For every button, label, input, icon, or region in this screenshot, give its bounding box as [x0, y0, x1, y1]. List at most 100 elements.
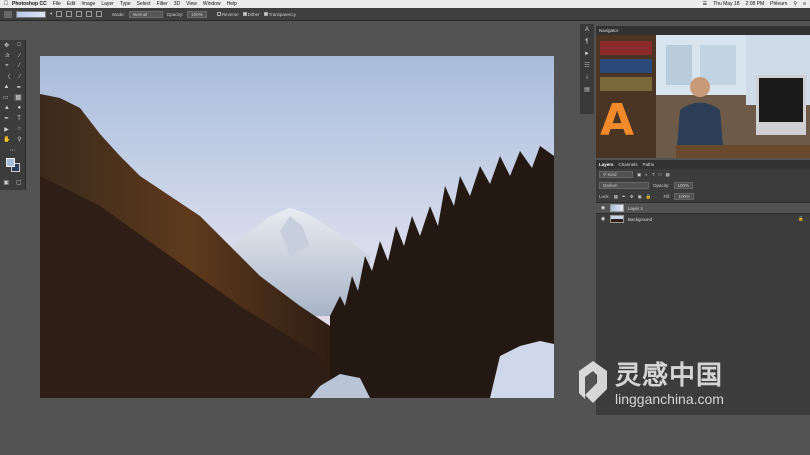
hand-tool-icon[interactable]: ✋ — [3, 136, 10, 143]
diamond-gradient-icon[interactable] — [96, 11, 103, 17]
reverse-checkbox[interactable]: Reverse — [216, 11, 239, 17]
healing-tool-icon[interactable]: 〈 — [4, 72, 10, 81]
foreground-color[interactable] — [6, 157, 15, 167]
tab-channels[interactable]: Channels — [619, 160, 638, 169]
menu-file[interactable]: File — [53, 1, 61, 7]
crop-tool-icon[interactable]: ⌖ — [5, 63, 8, 70]
quick-mask-icon[interactable]: ▣ — [3, 179, 9, 186]
mac-menubar:  Photoshop CC File Edit Image Layer Typ… — [0, 0, 810, 8]
eraser-tool-icon[interactable]: ▭ — [3, 94, 9, 101]
menu-window[interactable]: Window — [203, 1, 221, 7]
zoom-tool-icon[interactable]: ⚲ — [17, 136, 21, 143]
filter-smart-icon[interactable]: ▩ — [665, 172, 669, 178]
menu-help[interactable]: Help — [227, 1, 237, 7]
marquee-tool-icon[interactable]: □ — [17, 42, 21, 48]
background-thumbnail — [610, 215, 624, 223]
menu-layer[interactable]: Layer — [101, 1, 114, 7]
status-date: Thu May 18 — [713, 1, 740, 7]
paragraph-icon[interactable]: ¶ — [580, 36, 594, 48]
filter-adjust-icon[interactable]: ◐ — [645, 172, 648, 177]
layer-opacity-field[interactable]: 100% — [673, 182, 694, 189]
wifi-icon[interactable]: ☰ — [703, 1, 707, 7]
opacity-field[interactable]: 100% — [187, 10, 207, 18]
layer1-name: Layer 1 — [628, 205, 644, 211]
kind-label: Kind — [607, 172, 617, 177]
blur-tool-icon[interactable]: ▲ — [4, 105, 10, 111]
gradient-swatch[interactable] — [16, 10, 46, 18]
reverse-label: Reverse — [221, 11, 239, 17]
history-brush-icon[interactable]: ✒ — [16, 84, 21, 91]
tab-paths[interactable]: Paths — [643, 160, 655, 169]
chevron-down-icon[interactable]: ▾ — [50, 11, 52, 17]
layer-row-background[interactable]: ◉ Background 🔒 — [596, 213, 810, 224]
color-swatches — [0, 156, 25, 178]
apple-icon[interactable]:  — [0, 1, 12, 7]
layer-lock-icon: 🔒 — [798, 216, 804, 221]
angle-gradient-icon[interactable] — [76, 11, 83, 17]
fill-field[interactable]: 100% — [674, 193, 694, 200]
menu-list-icon[interactable]: ≡ — [803, 1, 806, 7]
lock-all-icon[interactable]: 🔒 — [646, 194, 652, 200]
properties-icon[interactable]: ☷ — [580, 60, 594, 72]
radial-gradient-icon[interactable] — [66, 11, 73, 17]
svg-text:A: A — [600, 95, 634, 146]
tools-panel: ✥ □ ✰ ∕ ⌖ ⁄ 〈 ∕ ▲ ✒ ▭ ▩ ▲ ● ✒ T ▶ ○ ✋ ⚲ ⋯ ▣ ▢ — [0, 40, 26, 190]
lasso-tool-icon[interactable]: ✰ — [5, 52, 10, 59]
lock-artboard-icon[interactable]: ▣ — [638, 194, 642, 200]
document-canvas[interactable] — [40, 56, 554, 398]
stamp-tool-icon[interactable]: ▲ — [4, 84, 10, 90]
layer-filter-select[interactable]: ⚲ Kind — [599, 171, 633, 178]
landscape-photo — [40, 56, 554, 398]
presenter-video: A — [596, 35, 810, 158]
brush-panel-icon[interactable]: ► — [580, 48, 594, 60]
brush-tool-icon[interactable]: ∕ — [19, 74, 20, 80]
filter-type-icon[interactable]: T — [652, 172, 655, 177]
gradient-tool-icon[interactable] — [4, 10, 12, 18]
blend-mode-select[interactable]: Darken — [599, 182, 649, 189]
shape-tool-icon[interactable]: ○ — [17, 126, 21, 132]
quick-select-tool-icon[interactable]: ∕ — [19, 53, 20, 59]
background-name: Background — [628, 216, 653, 222]
status-time: 2:08 PM — [745, 1, 765, 7]
menu-select[interactable]: Select — [137, 1, 151, 7]
character-icon[interactable]: A — [580, 24, 594, 36]
eyedropper-tool-icon[interactable]: ⁄ — [19, 63, 20, 69]
navigator-title[interactable]: Navigator — [596, 26, 810, 35]
info-icon[interactable]: i — [580, 72, 594, 84]
menu-3d[interactable]: 3D — [174, 1, 180, 7]
menu-type[interactable]: Type — [120, 1, 131, 7]
visibility-eye-icon[interactable]: ◉ — [600, 205, 606, 211]
history-icon[interactable]: ▤ — [580, 84, 594, 96]
menu-edit[interactable]: Edit — [67, 1, 76, 7]
lock-position-icon[interactable]: ✥ — [630, 194, 634, 200]
visibility-eye-icon[interactable]: ◉ — [600, 216, 606, 222]
tab-layers[interactable]: Layers — [599, 160, 614, 169]
menu-app[interactable]: Photoshop CC — [12, 1, 47, 7]
type-tool-icon[interactable]: T — [17, 116, 21, 122]
navigator-panel: Navigator A — [596, 26, 810, 158]
screen-mode-icon[interactable]: ▢ — [16, 179, 22, 186]
dodge-tool-icon[interactable]: ● — [18, 105, 22, 111]
lock-label: Lock: — [599, 194, 610, 199]
lock-transparent-icon[interactable]: ▦ — [614, 194, 618, 200]
menu-image[interactable]: Image — [81, 1, 95, 7]
search-icon[interactable]: ⚲ — [793, 1, 797, 7]
opacity-label: Opacity: — [166, 11, 184, 17]
layer-row-layer1[interactable]: ◉ Layer 1 — [596, 202, 810, 213]
dither-checkbox[interactable]: Dither — [242, 12, 260, 17]
menu-filter[interactable]: Filter — [157, 1, 168, 7]
mode-select[interactable]: Normal — [128, 10, 163, 18]
status-user[interactable]: Phlearn — [770, 1, 787, 7]
pen-tool-icon[interactable]: ✒ — [4, 115, 9, 122]
menu-view[interactable]: View — [186, 1, 197, 7]
reflected-gradient-icon[interactable] — [86, 11, 93, 17]
transparency-checkbox[interactable]: Transparency — [263, 12, 296, 17]
gradient-tool-selected-icon[interactable]: ▩ — [14, 94, 23, 102]
move-tool-icon[interactable]: ✥ — [4, 42, 9, 49]
lock-paint-icon[interactable]: ✒ — [622, 194, 626, 200]
path-select-tool-icon[interactable]: ▶ — [4, 126, 9, 133]
filter-shape-icon[interactable]: □ — [659, 172, 662, 177]
linear-gradient-icon[interactable] — [56, 11, 63, 17]
filter-pixel-icon[interactable]: ▣ — [637, 172, 641, 178]
more-tools-icon[interactable]: ⋯ — [10, 147, 16, 154]
